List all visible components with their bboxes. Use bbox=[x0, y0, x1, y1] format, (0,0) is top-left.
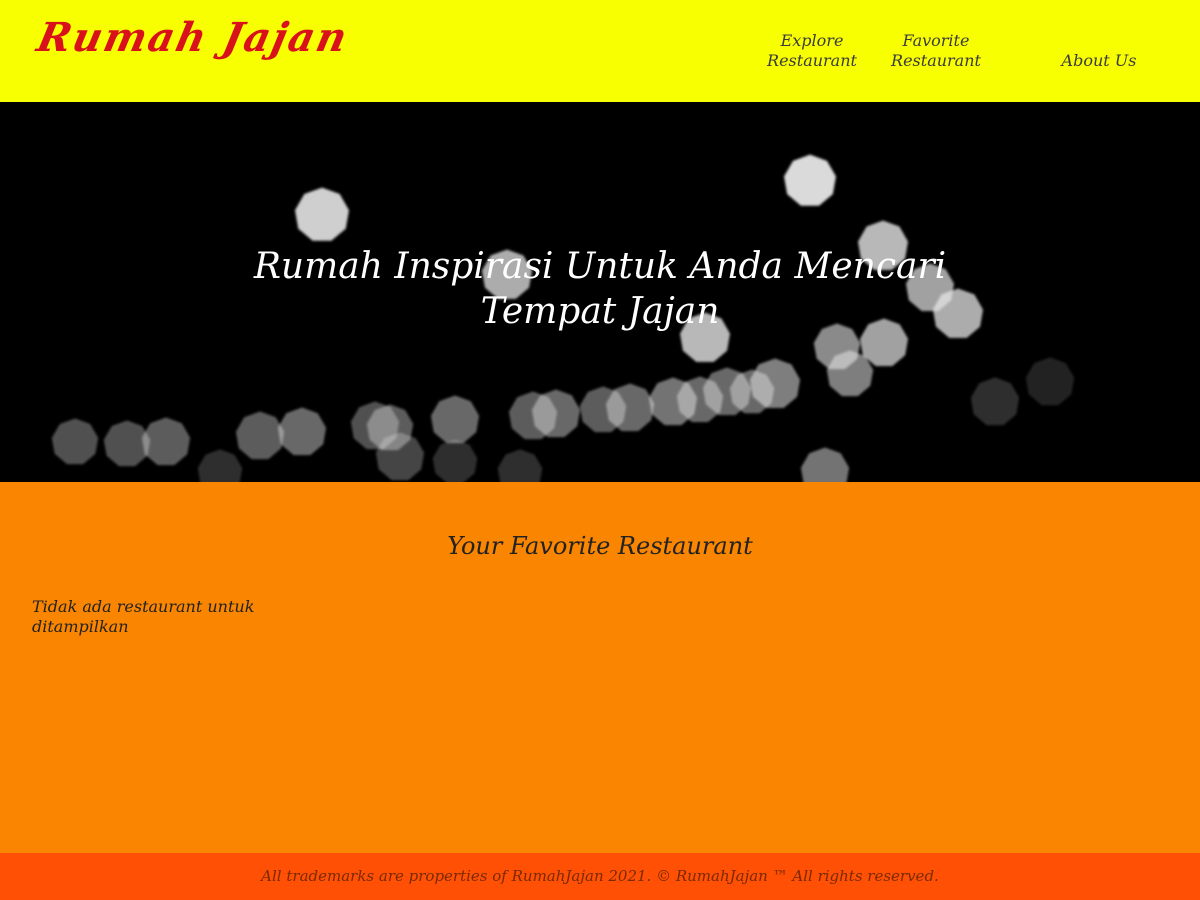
bokeh-light bbox=[648, 377, 698, 426]
bokeh-light bbox=[375, 432, 425, 481]
nav-about-us[interactable]: About Us bbox=[1044, 51, 1154, 71]
bokeh-light bbox=[970, 377, 1020, 426]
bokeh-light bbox=[235, 411, 285, 460]
hero-section: Rumah Inspirasi Untuk Anda Mencari Tempa… bbox=[0, 102, 1200, 482]
empty-message: Tidak ada restaurant untuk ditampilkan bbox=[32, 597, 255, 636]
nav-favorite-restaurant[interactable]: Favorite Restaurant bbox=[881, 31, 991, 71]
bokeh-light bbox=[103, 420, 151, 467]
favorite-section: Your Favorite Restaurant Tidak ada resta… bbox=[0, 482, 1200, 853]
bokeh-light bbox=[1025, 357, 1075, 406]
bokeh-light bbox=[432, 439, 478, 482]
bokeh-light bbox=[497, 449, 543, 482]
bokeh-light bbox=[508, 391, 558, 440]
bokeh-light bbox=[197, 449, 243, 482]
bokeh-light bbox=[51, 418, 99, 465]
site-logo[interactable]: Rumah Jajan bbox=[33, 14, 353, 61]
site-footer: All trademarks are properties of RumahJa… bbox=[0, 853, 1200, 900]
section-title: Your Favorite Restaurant bbox=[447, 532, 753, 560]
hero-title: Rumah Inspirasi Untuk Anda Mencari Tempa… bbox=[253, 246, 947, 332]
bokeh-light bbox=[430, 395, 480, 444]
bokeh-light bbox=[579, 386, 627, 433]
bokeh-light bbox=[800, 447, 850, 482]
bokeh-light bbox=[826, 350, 874, 397]
bokeh-light bbox=[294, 187, 350, 241]
bokeh-light bbox=[783, 154, 837, 206]
bokeh-light bbox=[277, 407, 327, 456]
site-header: Rumah Jajan Explore Restaurant Favorite … bbox=[0, 0, 1200, 102]
nav-explore-restaurant[interactable]: Explore Restaurant bbox=[757, 31, 867, 71]
